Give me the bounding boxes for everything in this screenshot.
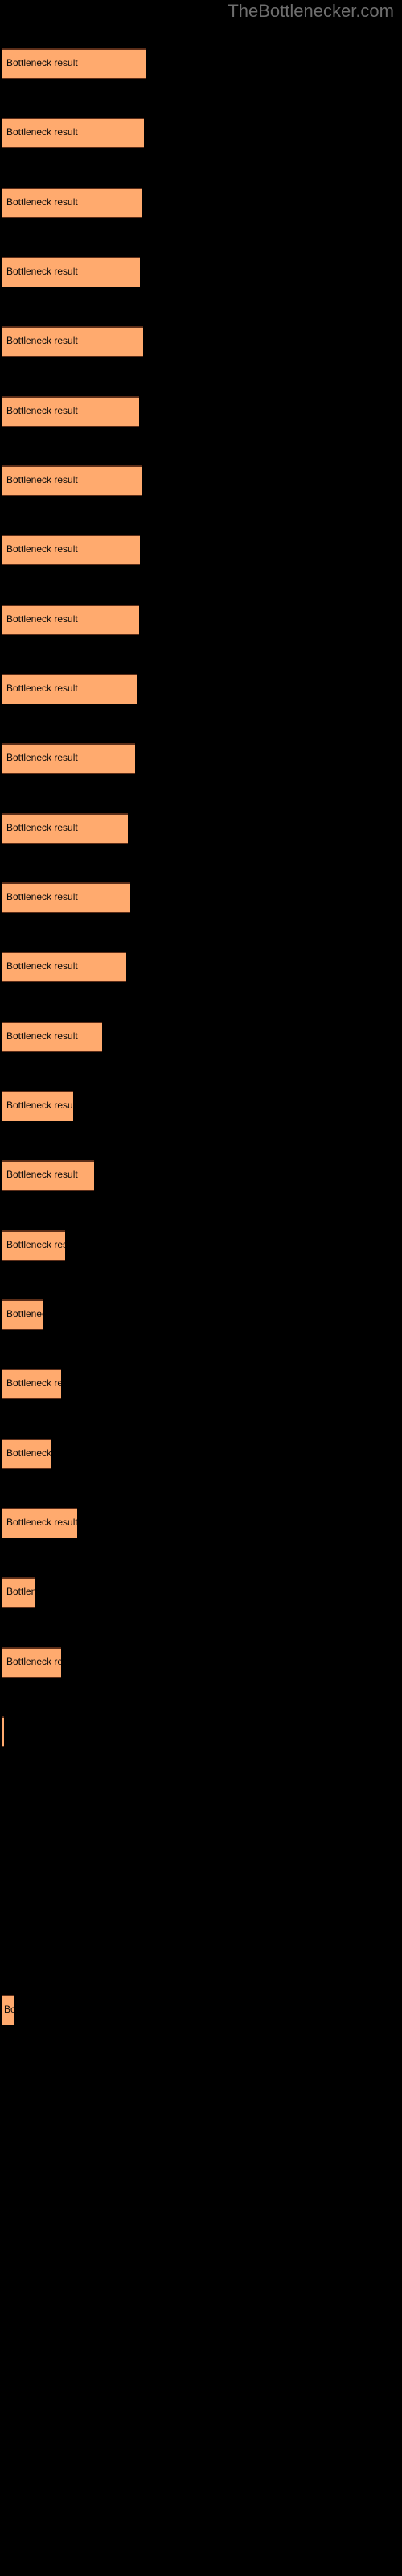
bottleneck-chart: TheBottlenecker.com Bottleneck result Bot… [0, 0, 402, 2576]
bar-item[interactable]: Bottleneck result [2, 1091, 73, 1121]
bar-item[interactable]: Bottleneck result [2, 813, 128, 844]
bar-series: Bottleneck result Bottleneck result Bottle… [0, 0, 402, 2576]
bar-item[interactable]: Bottleneck result [2, 1647, 61, 1678]
bar-label: Bottleneck result [6, 126, 78, 138]
bar-label: Bottleneck result [6, 1656, 61, 1667]
bar-label: Bottleneck result [6, 1517, 77, 1528]
bar-item[interactable]: Bottleneck result [2, 1230, 65, 1261]
bar-item[interactable]: Bottleneck result [2, 1299, 43, 1330]
bar-label: Bottleneck result [6, 1169, 78, 1180]
bar-label: Bottleneck result [6, 196, 78, 208]
bar-item[interactable]: Bottleneck result [2, 118, 144, 148]
bar-label: Bottleneck result [6, 822, 78, 833]
bar-item[interactable]: Bottleneck result [2, 674, 137, 704]
bar-label: Bottleneck result [6, 1586, 35, 1597]
bar-label: Bottleneck result [6, 1100, 73, 1111]
bar-item[interactable]: Bottleneck result [2, 605, 139, 635]
bar-item[interactable]: Bottleneck result [2, 882, 130, 913]
bar-label: Bottleneck result [6, 613, 78, 625]
bar-item[interactable]: Bottleneck result [2, 48, 146, 79]
bar-item[interactable]: Bottleneck result [2, 1716, 4, 1747]
bar-label: Bottleneck result [6, 474, 78, 485]
bar-label: Bottleneck result [6, 1030, 78, 1042]
bar-item[interactable]: Bottleneck result [2, 1508, 77, 1538]
bar-label: Bottleneck result [6, 1239, 65, 1250]
bar-label: Bottleneck result [6, 405, 78, 416]
bar-label: Bottleneck result [6, 335, 78, 346]
bar-label: Bottleneck result [6, 891, 78, 902]
bar-label: Bottleneck result [6, 266, 78, 277]
bar-item[interactable]: Bottleneck result [2, 1439, 51, 1469]
bar-item[interactable]: Bottleneck result [2, 1577, 35, 1608]
bar-item[interactable]: Bottleneck result [2, 326, 143, 357]
bar-item[interactable]: Bottleneck result [2, 535, 140, 565]
bar-item[interactable]: Bottleneck result [2, 396, 139, 427]
bar-label: Bottleneck result [4, 2004, 14, 2015]
bar-label: Bottleneck result [6, 1377, 61, 1389]
bar-label: Bottleneck result [6, 1447, 51, 1459]
bar-item[interactable]: Bottleneck result [2, 257, 140, 287]
bar-item[interactable]: Bottleneck result [2, 952, 126, 982]
bar-label: Bottleneck result [6, 752, 78, 763]
bar-label: Bottleneck result [6, 57, 78, 68]
bar-item[interactable]: Bottleneck result [2, 465, 142, 496]
bar-item[interactable]: Bottleneck result [2, 1160, 94, 1191]
bar-item[interactable]: Bottleneck result [2, 1022, 102, 1052]
bar-label: Bottleneck result [6, 1308, 43, 1319]
bar-item[interactable]: Bottleneck result [2, 188, 142, 218]
bar-label: Bottleneck result [6, 683, 78, 694]
bar-item[interactable]: Bottleneck result [2, 743, 135, 774]
bar-item[interactable]: Bottleneck result [2, 1368, 61, 1399]
bar-label: Bottleneck result [6, 543, 78, 555]
bar-item[interactable]: Bottleneck result [2, 1995, 14, 2025]
bar-label: Bottleneck result [6, 960, 78, 972]
